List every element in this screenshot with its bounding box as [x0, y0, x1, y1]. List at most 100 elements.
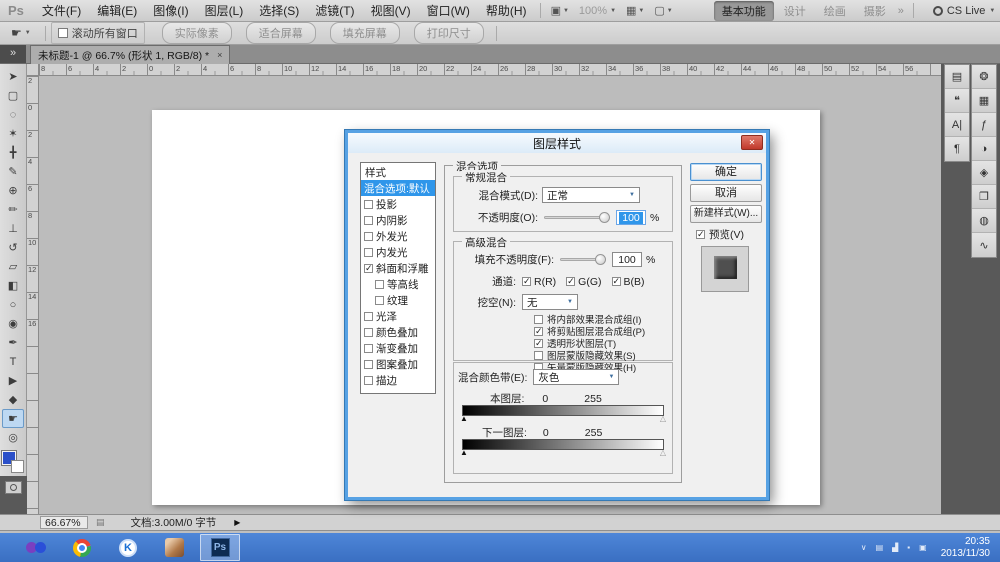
workspace-button[interactable]: 设计	[776, 1, 814, 21]
workspace-button[interactable]: 摄影	[856, 1, 894, 21]
opacity-input[interactable]: 100	[616, 210, 646, 225]
zoom-preset-button[interactable]: 打印尺寸	[414, 22, 484, 44]
opacity-slider[interactable]	[544, 216, 606, 219]
move-tool[interactable]: ➤	[2, 67, 24, 86]
fill-opacity-slider-thumb[interactable]	[595, 254, 606, 265]
gradient-marker-left[interactable]: ▲	[460, 415, 468, 423]
zoom-preset-button[interactable]: 填充屏幕	[330, 22, 400, 44]
screen-mode-button[interactable]: ▢▼	[649, 4, 677, 17]
type-tool[interactable]: T	[2, 352, 24, 371]
gradient-marker-left[interactable]: ▲	[460, 449, 468, 457]
style-item[interactable]: 外发光	[361, 228, 435, 244]
style-checkbox[interactable]	[364, 200, 373, 209]
history-brush-tool[interactable]: ↺	[2, 238, 24, 257]
style-checkbox[interactable]	[364, 232, 373, 241]
tray-chevron[interactable]: ∨	[861, 543, 867, 552]
blend-mode-dropdown[interactable]: 正常▼	[542, 187, 640, 203]
menu-item[interactable]: 图层(L)	[197, 2, 252, 19]
quick-selection-tool[interactable]: ✶	[2, 124, 24, 143]
menu-item[interactable]: 编辑(E)	[89, 2, 145, 19]
knockout-dropdown[interactable]: 无▼	[522, 294, 578, 310]
zoom-preset-button[interactable]: 实际像素	[162, 22, 232, 44]
style-checkbox[interactable]	[364, 312, 373, 321]
channel-checkbox[interactable]: R(R)	[522, 276, 556, 288]
this-layer-gradient[interactable]	[462, 405, 664, 416]
underlying-layer-gradient[interactable]	[462, 439, 664, 450]
swatches-panel[interactable]: ▦	[972, 89, 996, 113]
taskbar-kugou[interactable]: K	[108, 534, 148, 561]
view-extras-button[interactable]: ▦▼	[621, 4, 649, 17]
fill-opacity-slider[interactable]	[560, 258, 602, 261]
shape-tool[interactable]: ◆	[2, 390, 24, 409]
healing-brush-tool[interactable]: ⊕	[2, 181, 24, 200]
quick-mask-button[interactable]	[5, 481, 22, 494]
style-checkbox[interactable]	[375, 296, 384, 305]
fill-opacity-input[interactable]: 100	[612, 252, 642, 267]
pen-tool[interactable]: ✒	[2, 333, 24, 352]
background-color-swatch[interactable]	[11, 460, 24, 473]
style-item[interactable]: 投影	[361, 196, 435, 212]
taskbar-clock[interactable]: 20:35 2013/11/30	[941, 536, 990, 560]
taskbar-avatar-app[interactable]	[154, 534, 194, 561]
adjustments-panel[interactable]: ◑	[972, 137, 996, 161]
status-zoom-input[interactable]: 66.67%	[40, 516, 88, 529]
style-item[interactable]: 内阴影	[361, 212, 435, 228]
style-item[interactable]: 光泽	[361, 308, 435, 324]
menu-item[interactable]: 视图(V)	[363, 2, 419, 19]
styles-panel[interactable]: ƒ	[972, 113, 996, 137]
style-item[interactable]: 内发光	[361, 244, 435, 260]
color-panel[interactable]: ❂	[972, 65, 996, 89]
document-tab[interactable]: 未标题-1 @ 66.7% (形状 1, RGB/8) *×	[30, 45, 230, 64]
style-item[interactable]: 渐变叠加	[361, 340, 435, 356]
menu-item[interactable]: 文件(F)	[34, 2, 89, 19]
style-checkbox[interactable]	[364, 344, 373, 353]
channels-panel[interactable]: ◍	[972, 209, 996, 233]
tab-close-icon[interactable]: ×	[217, 50, 222, 60]
dodge-tool[interactable]: ◉	[2, 314, 24, 333]
style-checkbox[interactable]	[364, 264, 373, 273]
style-item[interactable]: 图案叠加	[361, 356, 435, 372]
opacity-slider-thumb[interactable]	[599, 212, 610, 223]
zoom-preset-button[interactable]: 适合屏幕	[246, 22, 316, 44]
crop-tool[interactable]: ╋	[2, 143, 24, 162]
style-checkbox[interactable]	[364, 328, 373, 337]
brush-tool[interactable]: ✏	[2, 200, 24, 219]
path-selection-tool[interactable]: ▶	[2, 371, 24, 390]
hand-tool[interactable]: ☛	[2, 409, 24, 428]
style-item[interactable]: 描边	[361, 372, 435, 388]
blur-tool[interactable]: ○	[2, 295, 24, 314]
taskbar-chrome[interactable]	[62, 534, 102, 561]
channel-checkbox[interactable]: B(B)	[612, 276, 645, 288]
cancel-button[interactable]: 取消	[690, 184, 762, 202]
paths-panel[interactable]: ∿	[972, 233, 996, 257]
ok-button[interactable]: 确定	[690, 163, 762, 181]
menu-item[interactable]: 选择(S)	[251, 2, 307, 19]
zoom-level-dropdown[interactable]: 100%▼	[574, 5, 621, 17]
menu-item[interactable]: 窗口(W)	[419, 2, 478, 19]
channel-checkbox[interactable]: G(G)	[566, 276, 601, 288]
status-menu-button[interactable]: ▶	[234, 518, 240, 527]
workspace-button[interactable]: 基本功能	[714, 1, 774, 21]
style-checkbox[interactable]	[364, 248, 373, 257]
masks-panel[interactable]: ◈	[972, 161, 996, 185]
dialog-close-button[interactable]: ✕	[741, 135, 763, 150]
tray-ime[interactable]: ▤	[876, 543, 884, 552]
style-item[interactable]: 斜面和浮雕	[361, 260, 435, 276]
tab-overflow-button[interactable]: »	[0, 45, 26, 63]
style-checkbox[interactable]	[364, 376, 373, 385]
style-checkbox[interactable]	[364, 216, 373, 225]
current-tool-button[interactable]: ☛▼	[8, 25, 34, 41]
layers-panel[interactable]: ❐	[972, 185, 996, 209]
tray-action-center[interactable]: ▣	[919, 543, 927, 552]
eyedropper-tool[interactable]: ✎	[2, 162, 24, 181]
clone-stamp-tool[interactable]: ⊥	[2, 219, 24, 238]
vertical-ruler[interactable]: 20246810121416	[27, 76, 39, 514]
style-item[interactable]: 纹理	[361, 292, 435, 308]
style-item[interactable]: 等高线	[361, 276, 435, 292]
menu-item[interactable]: 滤镜(T)	[307, 2, 362, 19]
gradient-marker-right[interactable]: △	[660, 449, 666, 457]
zoom-tool[interactable]: ◎	[2, 428, 24, 447]
menu-item[interactable]: 帮助(H)	[478, 2, 535, 19]
character-panel[interactable]: A|	[945, 113, 969, 137]
style-checkbox[interactable]	[375, 280, 384, 289]
